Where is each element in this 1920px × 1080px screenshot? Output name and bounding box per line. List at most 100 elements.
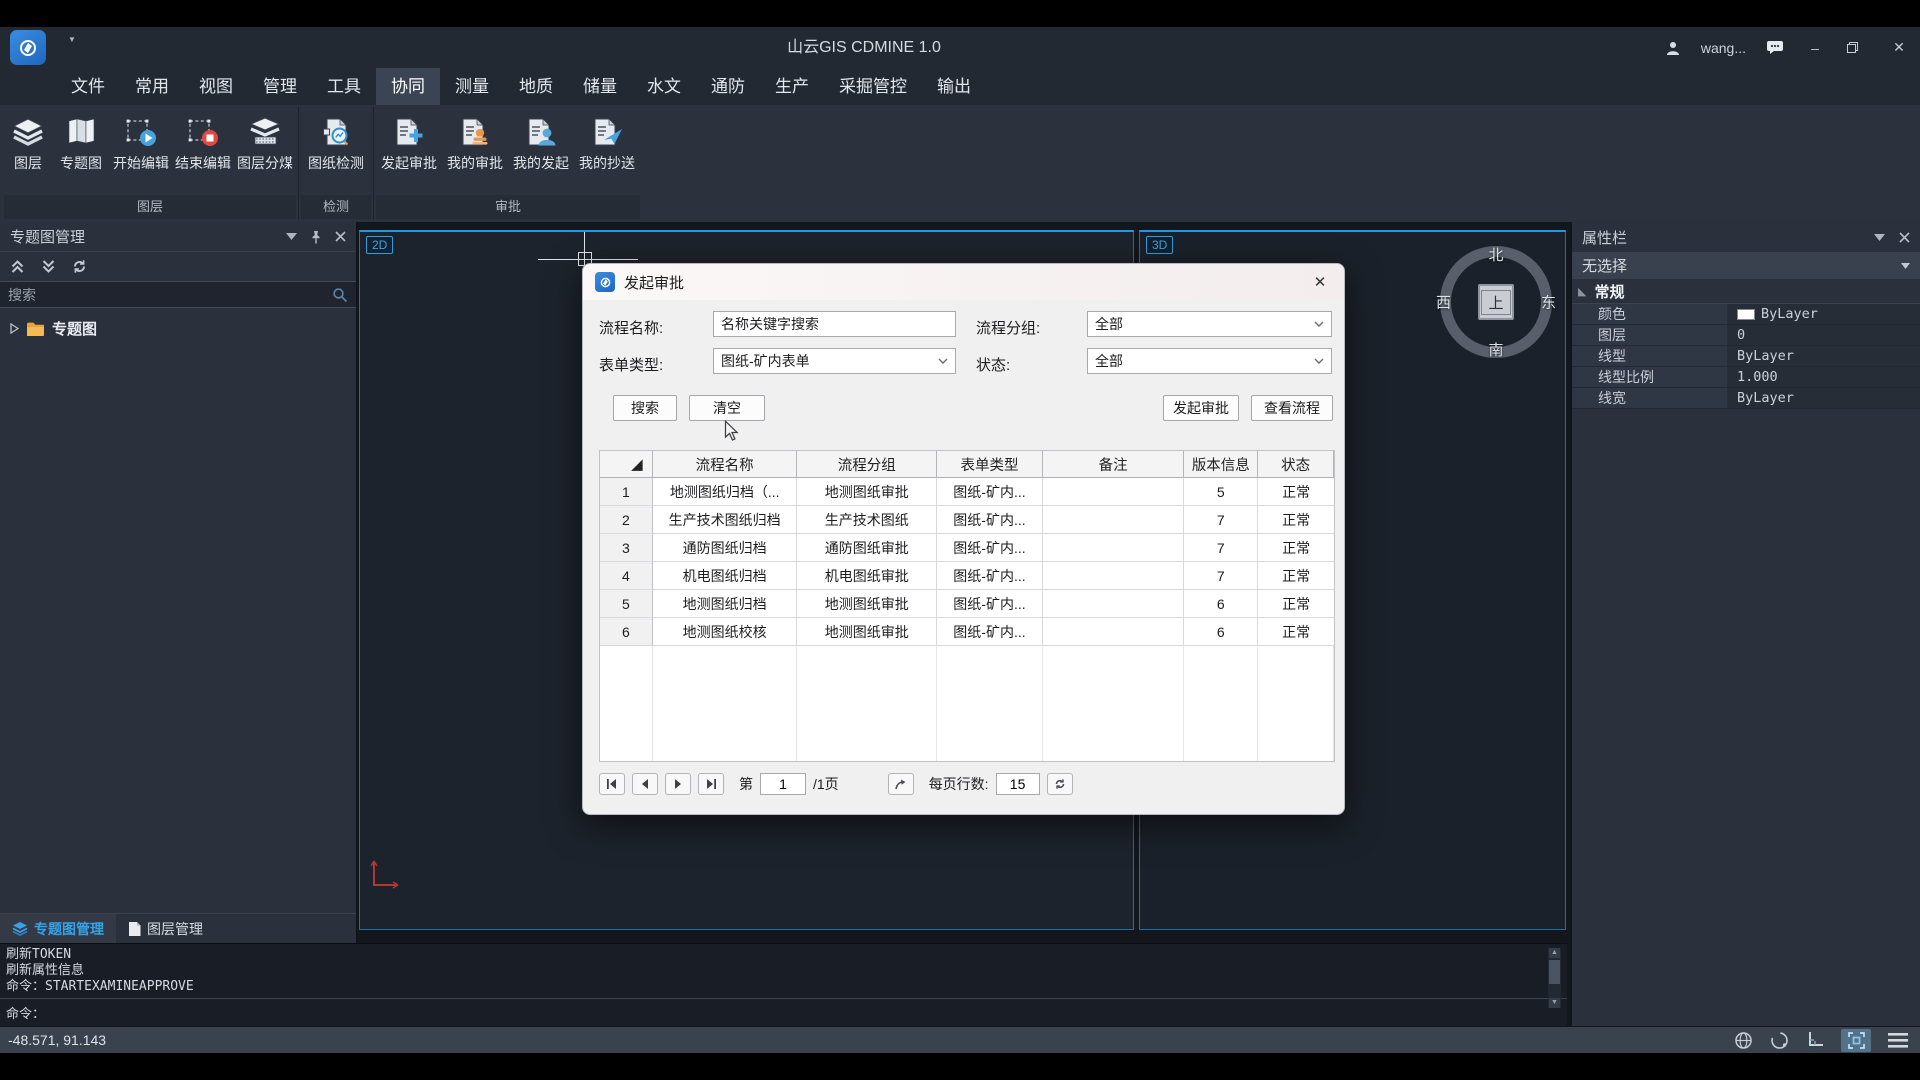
selection-dropdown[interactable]: 无选择	[1572, 252, 1920, 279]
quick-access-caret-icon[interactable]: ▼	[68, 35, 76, 44]
table-row[interactable]: 6 地测图纸校核 地测图纸审批 图纸-矿内... 6 正常	[600, 618, 1334, 646]
my-cc-button[interactable]: 我的抄送	[574, 113, 640, 173]
minimize-button[interactable]: –	[1804, 40, 1826, 56]
col-header-form-type[interactable]: 表单类型	[937, 451, 1043, 478]
tab-hydrology[interactable]: 水文	[632, 68, 696, 105]
tab-collaboration[interactable]: 协同	[376, 68, 440, 105]
rows-per-page-input[interactable]	[996, 773, 1040, 795]
compass-east[interactable]: 东	[1541, 292, 1556, 313]
col-header-version[interactable]: 版本信息	[1184, 451, 1258, 478]
tab-reserves[interactable]: 储量	[568, 68, 632, 105]
tab-layer-manage[interactable]: 图层管理	[116, 914, 215, 943]
compass-south[interactable]: 南	[1488, 339, 1503, 360]
globe-icon[interactable]	[1734, 1031, 1753, 1050]
menu-hamburger-icon[interactable]	[1888, 1033, 1908, 1048]
property-value[interactable]: 1.000	[1727, 367, 1920, 387]
my-initiated-button[interactable]: 我的发起	[508, 113, 574, 173]
console-scrollbar[interactable]: ▲ ▼	[1548, 948, 1561, 1008]
thematic-map-button[interactable]: 专题图	[52, 113, 110, 173]
section-general[interactable]: ◢ 常规	[1572, 279, 1920, 304]
prev-page-button[interactable]	[632, 773, 658, 795]
tab-mining-control[interactable]: 采掘管控	[824, 68, 922, 105]
table-row[interactable]: 5 地测图纸归档 地测图纸审批 图纸-矿内... 6 正常	[600, 590, 1334, 618]
clear-button[interactable]: 清空	[689, 395, 765, 421]
tab-tools[interactable]: 工具	[312, 68, 376, 105]
panel-close-icon[interactable]	[335, 231, 346, 242]
tab-manage[interactable]: 管理	[248, 68, 312, 105]
last-page-button[interactable]	[698, 773, 724, 795]
refresh-icon[interactable]	[72, 259, 87, 274]
tree-item-thematic[interactable]: 专题图	[10, 316, 356, 340]
tab-view[interactable]: 视图	[184, 68, 248, 105]
reload-table-button[interactable]	[1047, 773, 1073, 795]
drawing-check-button[interactable]: 图纸检测	[301, 113, 371, 173]
message-icon[interactable]	[1766, 40, 1784, 55]
ortho-axis-icon[interactable]	[1806, 1031, 1824, 1049]
collapse-all-icon[interactable]	[10, 259, 25, 274]
compass-north[interactable]: 北	[1488, 244, 1503, 265]
table-row[interactable]: 3 通防图纸归档 通防图纸审批 图纸-矿内... 7 正常	[600, 534, 1334, 562]
tab-survey[interactable]: 测量	[440, 68, 504, 105]
search-button[interactable]: 搜索	[613, 395, 677, 421]
start-approval-submit-button[interactable]: 发起审批	[1163, 395, 1239, 421]
flow-name-input[interactable]	[713, 311, 956, 337]
panel-menu-caret-icon[interactable]	[286, 233, 297, 240]
tab-output[interactable]: 输出	[922, 68, 986, 105]
first-page-button[interactable]	[599, 773, 625, 795]
property-value[interactable]: ByLayer	[1727, 304, 1920, 324]
object-snap-toggle[interactable]	[1841, 1029, 1871, 1052]
tab-file[interactable]: 文件	[56, 68, 120, 105]
table-row[interactable]: 2 生产技术图纸归档 生产技术图纸 图纸-矿内... 7 正常	[600, 506, 1334, 534]
command-input[interactable]: 命令：	[0, 998, 1567, 1022]
col-header-remark[interactable]: 备注	[1043, 451, 1185, 478]
tree-expand-caret-icon[interactable]	[10, 323, 19, 334]
dialog-close-button[interactable]: ✕	[1308, 273, 1332, 291]
select-all-header[interactable]: ◢	[600, 451, 653, 478]
property-value[interactable]: ByLayer	[1727, 346, 1920, 366]
tab-production[interactable]: 生产	[760, 68, 824, 105]
scroll-down-icon[interactable]: ▼	[1549, 998, 1560, 1008]
my-approvals-button[interactable]: 我的审批	[442, 113, 508, 173]
next-page-button[interactable]	[665, 773, 691, 795]
form-type-select[interactable]: 图纸-矿内表单	[713, 348, 956, 374]
tab-ventilation[interactable]: 通防	[696, 68, 760, 105]
dialog-title-bar[interactable]: 发起审批 ✕	[583, 264, 1344, 300]
col-header-status[interactable]: 状态	[1258, 451, 1334, 478]
start-edit-button[interactable]: 开始编辑	[110, 113, 172, 173]
search-icon[interactable]	[332, 287, 348, 303]
properties-menu-caret-icon[interactable]	[1874, 234, 1885, 241]
scroll-up-icon[interactable]: ▲	[1549, 948, 1560, 958]
view-compass[interactable]: 北 南 西 东 上	[1440, 246, 1552, 358]
flow-group-select[interactable]: 全部	[1087, 311, 1332, 337]
go-page-button[interactable]	[888, 773, 914, 795]
pin-icon[interactable]	[310, 230, 322, 244]
property-value[interactable]: ByLayer	[1727, 388, 1920, 408]
tab-thematic-map-manage[interactable]: 专题图管理	[0, 914, 116, 943]
properties-panel: 属性栏 无选择 ◢ 常规 颜色 ByLayer 图层 0 线	[1571, 222, 1920, 1026]
compass-top-view[interactable]: 上	[1478, 284, 1514, 320]
compass-west[interactable]: 西	[1436, 292, 1451, 313]
scrollbar-thumb[interactable]	[1549, 960, 1560, 984]
page-number-input[interactable]	[760, 773, 806, 795]
start-approval-button[interactable]: 发起审批	[376, 113, 442, 173]
view-flow-button[interactable]: 查看流程	[1251, 395, 1333, 421]
properties-close-icon[interactable]	[1899, 232, 1910, 243]
status-select[interactable]: 全部	[1087, 348, 1332, 374]
layers-button[interactable]: 图层	[4, 113, 52, 173]
close-button[interactable]: ✕	[1888, 39, 1910, 56]
orbit-icon[interactable]	[1770, 1031, 1789, 1050]
layer-coal-split-button[interactable]: 图层分煤	[234, 113, 296, 173]
col-header-flow-name[interactable]: 流程名称	[653, 451, 798, 478]
restore-button[interactable]	[1846, 41, 1868, 54]
tab-common[interactable]: 常用	[120, 68, 184, 105]
col-header-flow-group[interactable]: 流程分组	[797, 451, 937, 478]
section-collapse-icon[interactable]: ◢	[1578, 285, 1586, 298]
user-label[interactable]: wang...	[1701, 40, 1746, 56]
tab-geology[interactable]: 地质	[504, 68, 568, 105]
table-row[interactable]: 1 地测图纸归档（... 地测图纸审批 图纸-矿内... 5 正常	[600, 478, 1334, 506]
search-input[interactable]	[8, 287, 332, 303]
table-row[interactable]: 4 机电图纸归档 机电图纸审批 图纸-矿内... 7 正常	[600, 562, 1334, 590]
property-value[interactable]: 0	[1727, 325, 1920, 345]
end-edit-button[interactable]: 结束编辑	[172, 113, 234, 173]
expand-all-icon[interactable]	[41, 259, 56, 274]
